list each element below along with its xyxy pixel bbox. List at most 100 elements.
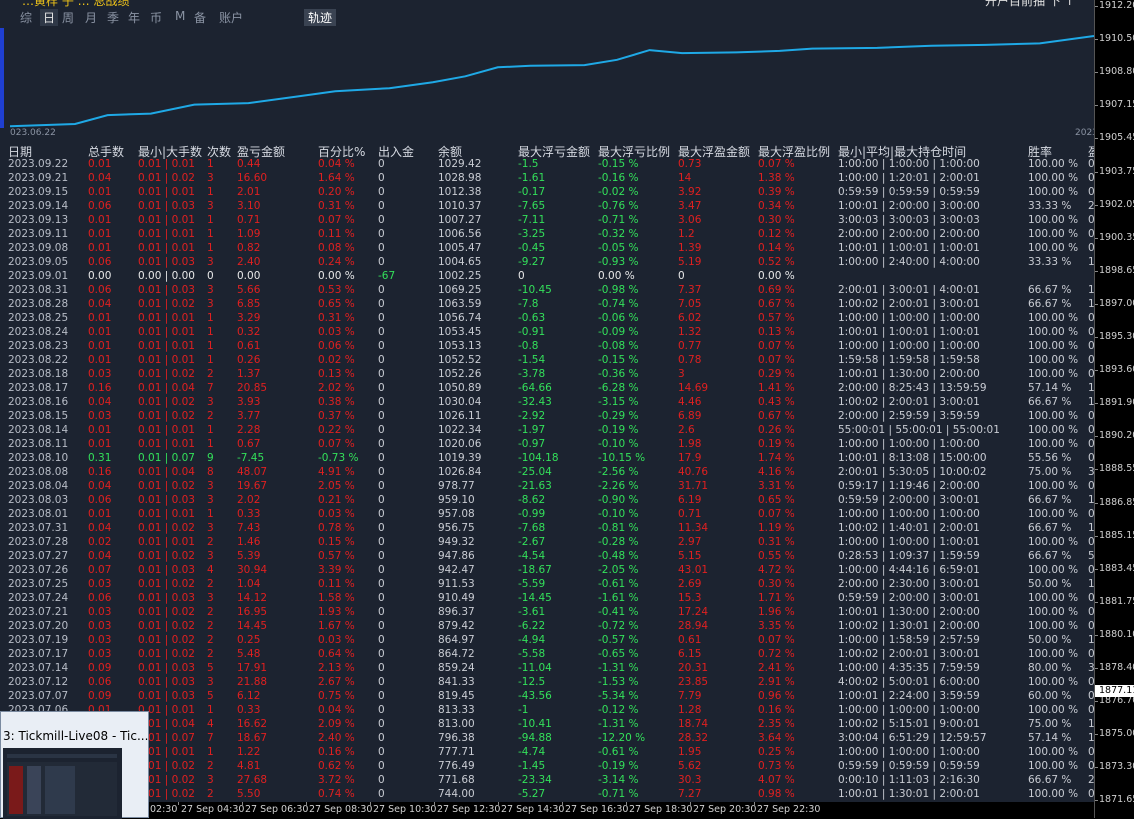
period-tab-1[interactable]: 日 <box>40 9 59 26</box>
cell-5: 0.11 % <box>318 228 355 240</box>
table-row[interactable]: 2023.07.24 0.06 0.01 | 0.03 3 14.12 1.58 % 0 91… <box>8 592 1094 606</box>
table-row[interactable]: 2023.06.300.030.01 | 0.0224.810.62 %0776… <box>8 760 1094 774</box>
period-tab-3[interactable]: 月 <box>85 9 97 26</box>
table-row[interactable]: 2023.08.31 0.06 0.01 | 0.03 3 5.66 0.53 % 0 106… <box>8 284 1094 298</box>
cell-6: 0 <box>378 340 385 352</box>
table-row[interactable]: 2023.08.25 0.01 0.01 | 0.01 1 3.29 0.31 % 0 105… <box>8 312 1094 326</box>
cell-13: 75.00 % <box>1028 718 1072 730</box>
cell-1: 0.04 <box>88 522 112 534</box>
table-row[interactable]: 2023.07.12 0.06 0.01 | 0.03 3 21.88 2.67 % 0 84… <box>8 676 1094 690</box>
table-row[interactable]: 2023.07.31 0.04 0.01 | 0.02 3 7.43 0.78 % 0 956… <box>8 522 1094 536</box>
table-row[interactable]: 2023.07.21 0.03 0.01 | 0.02 2 16.95 1.93 % 0 89… <box>8 606 1094 620</box>
table-row[interactable]: 2023.09.21 0.04 0.01 | 0.02 3 16.60 1.64 % 0 10… <box>8 172 1094 186</box>
period-tab-6[interactable]: 币 <box>150 9 162 26</box>
table-row[interactable]: 2023.07.17 0.03 0.01 | 0.02 2 5.48 0.64 % 0 864… <box>8 648 1094 662</box>
table-row[interactable]: 2023.07.040.160.01 | 0.07718.672.40 %079… <box>8 732 1094 746</box>
table-row[interactable]: 2023.08.14 0.01 0.01 | 0.01 1 2.28 0.22 % 0 102… <box>8 424 1094 438</box>
table-row[interactable]: 2023.09.13 0.01 0.01 | 0.01 1 0.71 0.07 % 0 100… <box>8 214 1094 228</box>
window-thumbnail[interactable]: 3: Tickmill-Live08 - Tic... <box>0 711 149 819</box>
cell-0: 2023.09.22 <box>8 158 69 170</box>
table-row[interactable]: 2023.09.08 0.01 0.01 | 0.01 1 0.82 0.08 % 0 100… <box>8 242 1094 256</box>
table-row[interactable]: 2023.07.19 0.03 0.01 | 0.02 2 0.25 0.03 % 0 864… <box>8 634 1094 648</box>
cell-5: 0.07 % <box>318 214 355 226</box>
table-row[interactable]: 2023.09.22 0.01 0.01 | 0.01 1 0.44 0.04 % 0 102… <box>8 158 1094 172</box>
table-row[interactable]: 2023.06.280.040.01 | 0.0225.500.74 %0744… <box>8 788 1094 802</box>
cell-1: 0.07 <box>88 564 112 576</box>
cell-0: 2023.09.08 <box>8 242 69 254</box>
table-row[interactable]: 2023.09.05 0.06 0.01 | 0.03 3 2.40 0.24 % 0 100… <box>8 256 1094 270</box>
table-row[interactable]: 2023.07.25 0.03 0.01 | 0.02 2 1.04 0.11 % 0 911… <box>8 578 1094 592</box>
table-row[interactable]: 2023.07.050.070.01 | 0.04416.622.09 %081… <box>8 718 1094 732</box>
cell-3: 7 <box>207 382 214 394</box>
table-row[interactable]: 2023.07.20 0.03 0.01 | 0.02 2 14.45 1.67 % 0 87… <box>8 620 1094 634</box>
cell-0: 2023.09.21 <box>8 172 69 184</box>
table-row[interactable]: 2023.07.27 0.04 0.01 | 0.02 3 5.39 0.57 % 0 947… <box>8 550 1094 564</box>
cell-0: 2023.07.14 <box>8 662 69 674</box>
cell-12: 1:00:02 | 2:00:01 | 3:00:01 <box>838 298 980 310</box>
table-row[interactable]: 2023.08.03 0.06 0.01 | 0.03 3 2.02 0.21 % 0 959… <box>8 494 1094 508</box>
table-row[interactable]: 2023.09.14 0.06 0.01 | 0.03 3 3.10 0.31 % 0 101… <box>8 200 1094 214</box>
table-row[interactable]: 2023.07.14 0.09 0.01 | 0.03 5 17.91 2.13 % 0 85… <box>8 662 1094 676</box>
cell-10: 0.78 <box>678 354 702 366</box>
table-row[interactable]: 2023.06.290.060.01 | 0.02327.683.72 %077… <box>8 774 1094 788</box>
cell-8: -10.45 <box>518 284 552 296</box>
table-row[interactable]: 2023.09.01 0.00 0.00 | 0.00 0 0.00 0.00 % -67 1… <box>8 270 1094 284</box>
table-row[interactable]: 2023.09.15 0.01 0.01 | 0.01 1 2.01 0.20 % 0 101… <box>8 186 1094 200</box>
y-tick <box>1095 6 1098 7</box>
cell-3: 1 <box>207 438 214 450</box>
period-tab-9[interactable]: 账户 <box>219 9 243 26</box>
cell-12: 3:00:04 | 6:51:29 | 12:59:57 <box>838 732 987 744</box>
cell-4: 1.22 <box>237 746 261 758</box>
cell-1: 0.00 <box>88 270 112 282</box>
cell-10: 11.34 <box>678 522 709 534</box>
table-row[interactable]: 2023.08.17 0.16 0.01 | 0.04 7 20.85 2.02 % 0 10… <box>8 382 1094 396</box>
table-row[interactable]: 2023.07.28 0.02 0.01 | 0.01 2 1.46 0.15 % 0 949… <box>8 536 1094 550</box>
table-row[interactable]: 2023.08.24 0.01 0.01 | 0.01 1 0.32 0.03 % 0 105… <box>8 326 1094 340</box>
period-tab-0[interactable]: 综 <box>20 9 32 26</box>
current-price-marker: 1877.11 <box>1095 685 1134 697</box>
cell-8: -8.62 <box>518 494 546 506</box>
cell-3: 2 <box>207 634 214 646</box>
x-tick <box>626 802 627 805</box>
table-row[interactable]: 2023.07.030.010.01 | 0.0111.220.16 %0777… <box>8 746 1094 760</box>
cell-8: -5.59 <box>518 578 546 590</box>
period-tab-4[interactable]: 季 <box>107 9 119 26</box>
period-tab-8[interactable]: 备 <box>194 9 206 26</box>
table-row[interactable]: 2023.08.15 0.03 0.01 | 0.02 2 3.77 0.37 % 0 102… <box>8 410 1094 424</box>
table-row[interactable]: 2023.08.04 0.04 0.01 | 0.02 3 19.67 2.05 % 0 97… <box>8 480 1094 494</box>
cell-8: -11.04 <box>518 662 552 674</box>
table-row[interactable]: 2023.08.01 0.01 0.01 | 0.01 1 0.33 0.03 % 0 957… <box>8 508 1094 522</box>
table-row[interactable]: 2023.08.10 0.31 0.01 | 0.07 9 -7.45 -0.73 % 0 1… <box>8 452 1094 466</box>
period-tab-5[interactable]: 年 <box>128 9 140 26</box>
table-row[interactable]: 2023.08.23 0.01 0.01 | 0.01 1 0.61 0.06 % 0 105… <box>8 340 1094 354</box>
cell-7: 1052.26 <box>438 368 482 380</box>
cell-10: 1.98 <box>678 438 702 450</box>
y-label: 1893.60 <box>1099 364 1134 376</box>
cell-6: 0 <box>378 690 385 702</box>
cell-0: 2023.08.04 <box>8 480 69 492</box>
table-row[interactable]: 2023.07.06 0.01 0.01 | 0.01 1 0.33 0.04 % 0 813… <box>8 704 1094 718</box>
table-row[interactable]: 2023.08.16 0.04 0.01 | 0.02 3 3.93 0.38 % 0 103… <box>8 396 1094 410</box>
table-row[interactable]: 2023.07.07 0.09 0.01 | 0.03 5 6.12 0.75 % 0 819… <box>8 690 1094 704</box>
cell-12: 1:00:00 | 2:40:00 | 4:00:00 <box>838 256 980 268</box>
cell-9: -1.31 % <box>598 662 639 674</box>
period-tab-2[interactable]: 周 <box>62 9 74 26</box>
table-row[interactable]: 2023.09.11 0.01 0.01 | 0.01 1 1.09 0.11 % 0 100… <box>8 228 1094 242</box>
table-row[interactable]: 2023.08.11 0.01 0.01 | 0.01 1 0.67 0.07 % 0 102… <box>8 438 1094 452</box>
track-button[interactable]: 轨迹 <box>304 9 337 26</box>
table-row[interactable]: 2023.07.26 0.07 0.01 | 0.03 4 30.94 3.39 % 0 94… <box>8 564 1094 578</box>
table-row[interactable]: 2023.08.18 0.03 0.01 | 0.02 2 1.37 0.13 % 0 105… <box>8 368 1094 382</box>
table-row[interactable]: 2023.08.22 0.01 0.01 | 0.01 1 0.26 0.02 % 0 105… <box>8 354 1094 368</box>
table-row[interactable]: 2023.08.28 0.04 0.01 | 0.02 3 6.85 0.65 % 0 106… <box>8 298 1094 312</box>
cell-11: 0.07 % <box>758 354 795 366</box>
table-row[interactable]: 2023.08.08 0.16 0.01 | 0.04 8 48.07 4.91 % 0 10… <box>8 466 1094 480</box>
period-tab-7[interactable]: M <box>175 9 185 23</box>
cell-3: 2 <box>207 606 214 618</box>
cell-0: 2023.08.24 <box>8 326 69 338</box>
cell-5: 0.53 % <box>318 284 355 296</box>
cell-2: 0.01 | 0.02 <box>138 172 195 184</box>
cell-5: 0.22 % <box>318 424 355 436</box>
cell-10: 1.28 <box>678 704 702 716</box>
cell-10: 1.95 <box>678 746 702 758</box>
cell-11: 0.96 % <box>758 690 795 702</box>
